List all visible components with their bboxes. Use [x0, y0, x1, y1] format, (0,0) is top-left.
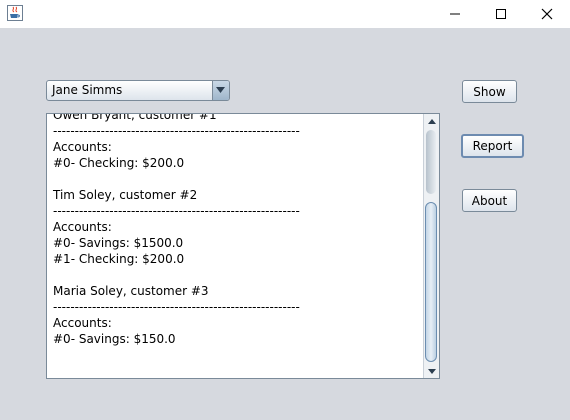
report-line: #0- Savings: $150.0 — [53, 332, 176, 346]
report-line: #0- Savings: $1500.0 — [53, 236, 184, 250]
report-button[interactable]: Report — [461, 134, 524, 158]
title-bar — [0, 0, 570, 28]
report-line: #0- Checking: $200.0 — [53, 156, 185, 170]
report-line: Accounts: — [53, 316, 112, 330]
scroll-track[interactable] — [424, 128, 439, 364]
arrow-down-icon — [427, 368, 436, 374]
separator-line: ----------------------------------------… — [53, 124, 300, 138]
minimize-icon — [450, 13, 460, 15]
close-icon — [541, 8, 553, 20]
customer-dropdown[interactable]: Jane Simms — [46, 80, 230, 101]
report-line: #1- Checking: $200.0 — [53, 252, 185, 266]
arrow-up-icon — [427, 118, 436, 124]
report-lines: Owen Bryant, customer #1 ----------------… — [53, 114, 300, 347]
separator-line: ----------------------------------------… — [53, 204, 300, 218]
report-line: Accounts: — [53, 220, 112, 234]
report-line — [53, 171, 300, 187]
close-button[interactable] — [524, 0, 570, 28]
show-button[interactable]: Show — [462, 80, 517, 103]
scroll-down-button[interactable] — [424, 364, 439, 378]
customer-dropdown-value: Jane Simms — [52, 83, 123, 97]
maximize-icon — [496, 9, 506, 19]
chevron-down-icon — [216, 87, 225, 93]
about-button[interactable]: About — [462, 189, 517, 212]
separator-line: ----------------------------------------… — [53, 300, 300, 314]
java-cup-icon — [7, 5, 23, 21]
maximize-button[interactable] — [478, 0, 524, 28]
report-line: Tim Soley, customer #2 — [53, 188, 198, 202]
dropdown-arrow-button[interactable] — [212, 81, 229, 100]
minimize-button[interactable] — [432, 0, 478, 28]
report-line: Accounts: — [53, 140, 112, 154]
scroll-thumb[interactable] — [425, 202, 437, 362]
report-line: Owen Bryant, customer #1 — [53, 114, 217, 122]
vertical-scrollbar[interactable] — [423, 114, 439, 378]
report-line — [53, 267, 300, 283]
scroll-track-highlight — [426, 130, 436, 194]
scroll-up-button[interactable] — [424, 114, 439, 128]
report-line: Maria Soley, customer #3 — [53, 284, 209, 298]
report-scroll-pane: Owen Bryant, customer #1 ----------------… — [46, 113, 440, 379]
report-text-area[interactable]: Owen Bryant, customer #1 ----------------… — [47, 114, 424, 378]
